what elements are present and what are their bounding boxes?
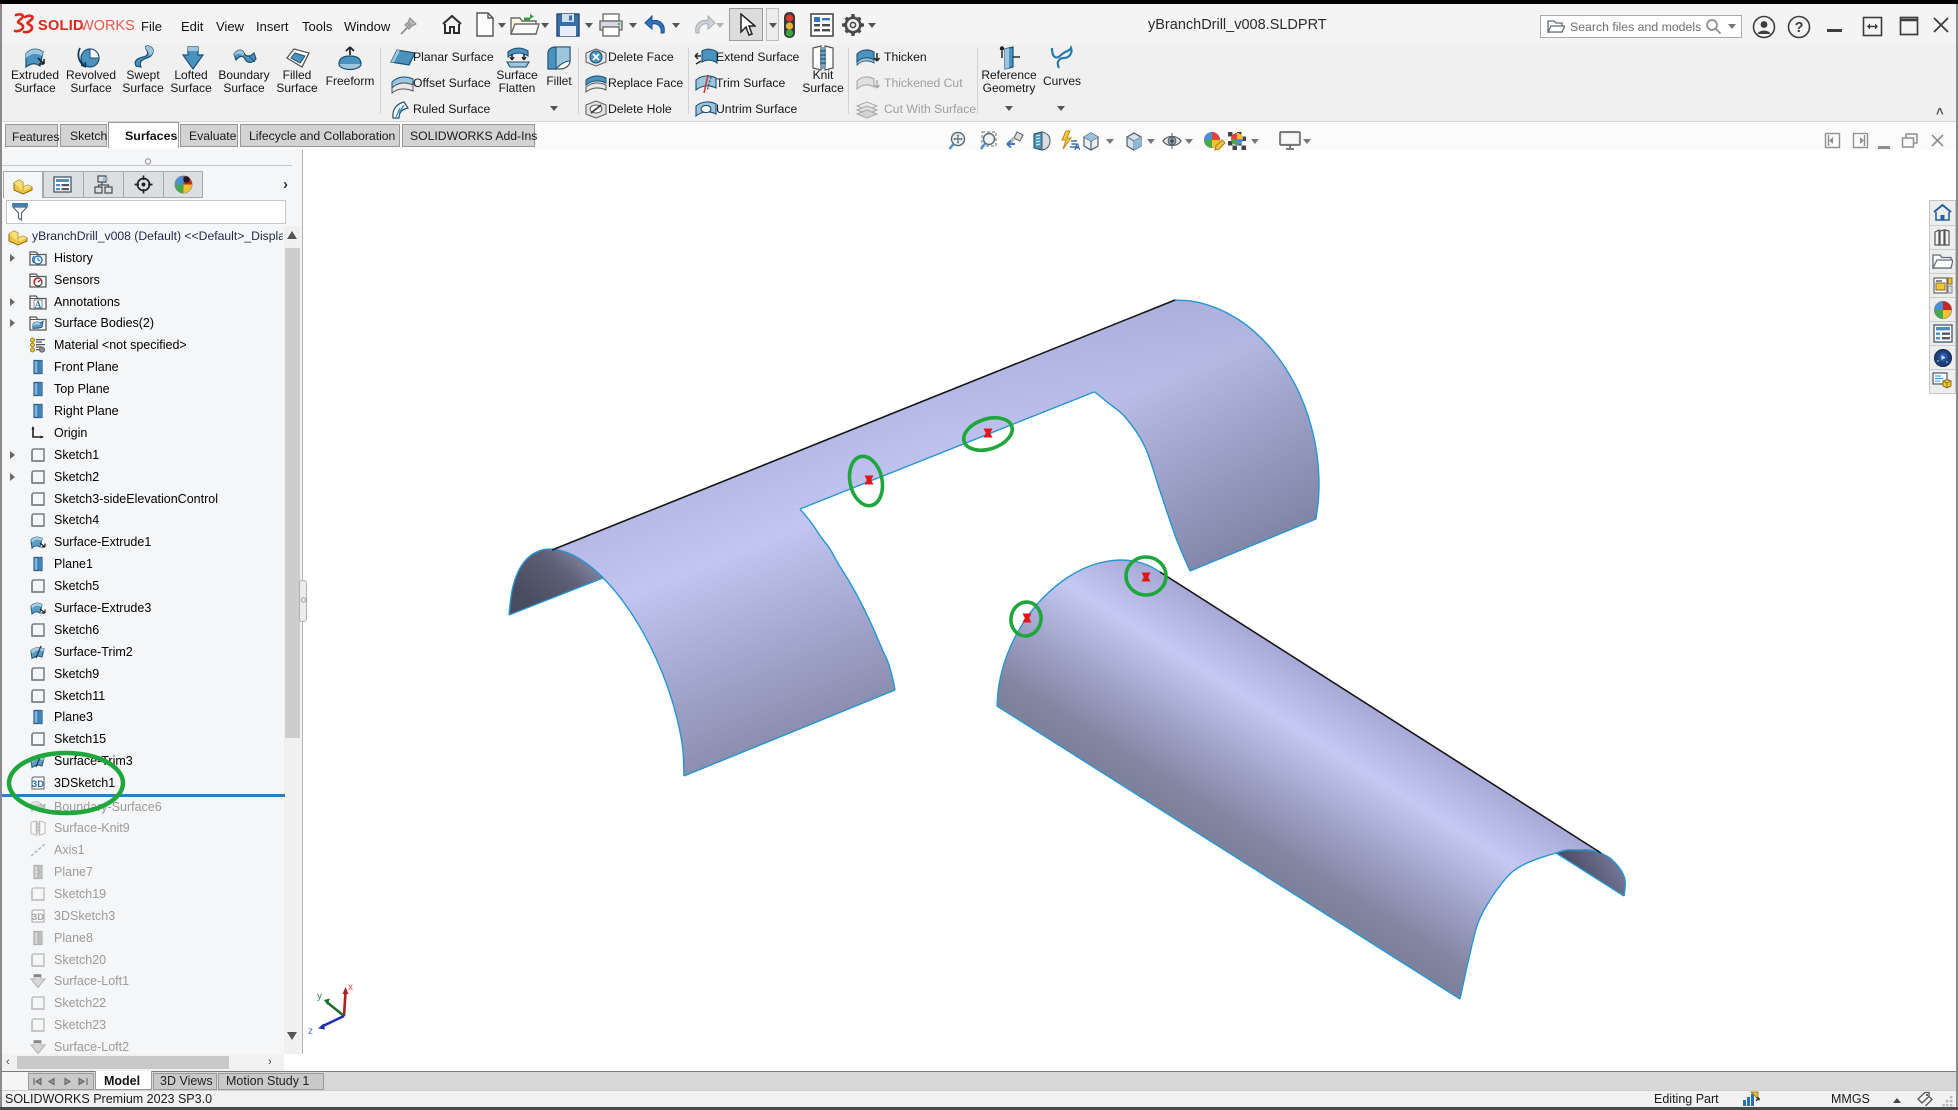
svg-text:y: y	[317, 991, 322, 1002]
svg-text:z: z	[308, 1026, 313, 1037]
svg-text:x: x	[348, 982, 353, 993]
